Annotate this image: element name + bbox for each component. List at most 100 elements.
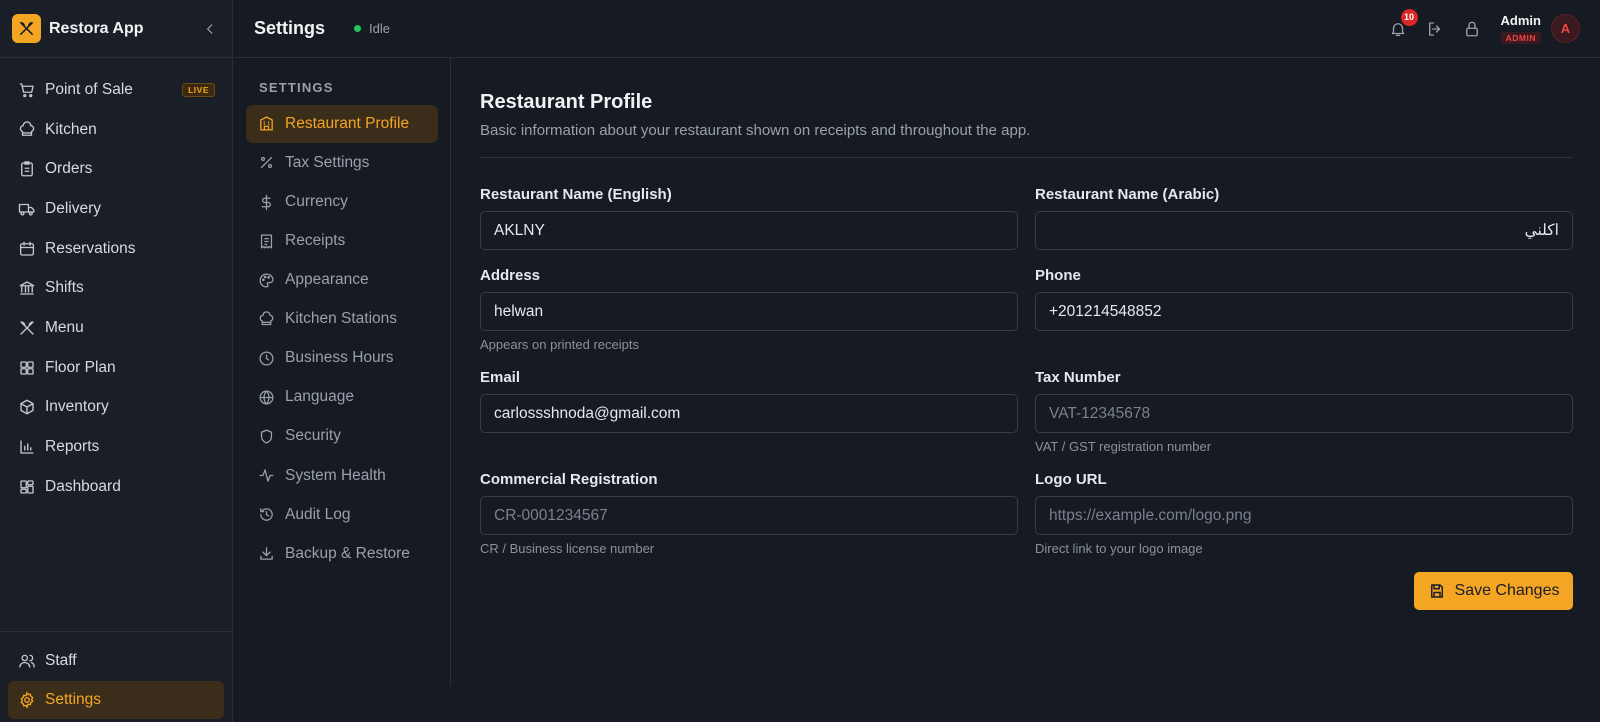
logo-url-input[interactable] <box>1035 496 1573 535</box>
settings-item-receipts[interactable]: Receipts <box>246 222 438 260</box>
calendar-icon <box>18 240 36 258</box>
settings-item-business-hours[interactable]: Business Hours <box>246 339 438 377</box>
field-label: Logo URL <box>1035 471 1107 488</box>
activity-icon <box>258 467 275 484</box>
field-phone: Phone <box>1035 267 1573 369</box>
settings-item-system-health[interactable]: System Health <box>246 457 438 495</box>
restaurant-name-ar-input[interactable] <box>1035 211 1573 250</box>
nav-item-floor-plan[interactable]: Floor Plan <box>8 348 224 388</box>
settings-item-label: Tax Settings <box>285 153 370 171</box>
nav-label: Floor Plan <box>45 358 116 376</box>
history-icon <box>258 506 275 523</box>
building-icon <box>258 115 275 132</box>
nav-item-menu[interactable]: Menu <box>8 308 224 348</box>
field-label: Email <box>480 369 521 386</box>
save-icon <box>1428 582 1446 600</box>
log-out-icon <box>1426 20 1444 38</box>
notifications-button[interactable]: 10 <box>1387 8 1418 40</box>
top-actions: 10 Admin ADMIN A <box>1372 8 1580 44</box>
collapse-sidebar-button[interactable] <box>200 19 220 39</box>
palette-icon <box>258 272 275 289</box>
user-info[interactable]: Admin ADMIN <box>1501 13 1541 44</box>
field-commercial-registration: Commercial Registration CR / Business li… <box>480 471 1018 573</box>
avatar[interactable]: A <box>1551 14 1580 43</box>
nav-item-staff[interactable]: Staff <box>8 642 224 680</box>
settings-item-audit-log[interactable]: Audit Log <box>246 496 438 534</box>
bank-icon <box>18 279 36 297</box>
nav-item-shifts[interactable]: Shifts <box>8 268 224 308</box>
settings-item-tax[interactable]: Tax Settings <box>246 144 438 182</box>
settings-item-security[interactable]: Security <box>246 418 438 456</box>
nav-item-delivery[interactable]: Delivery <box>8 189 224 229</box>
nav-item-reports[interactable]: Reports <box>8 427 224 467</box>
settings-item-label: Backup & Restore <box>285 544 410 562</box>
field-tax-number: Tax Number VAT / GST registration number <box>1035 369 1573 471</box>
field-label: Commercial Registration <box>480 471 658 488</box>
nav-item-dashboard[interactable]: Dashboard <box>8 467 224 507</box>
nav-label: Kitchen <box>45 120 97 138</box>
restaurant-name-en-input[interactable] <box>480 211 1018 250</box>
settings-item-label: Audit Log <box>285 505 351 523</box>
address-input[interactable] <box>480 292 1018 331</box>
nav-item-orders[interactable]: Orders <box>8 149 224 189</box>
settings-item-label: Appearance <box>285 271 369 289</box>
commercial-registration-input[interactable] <box>480 496 1018 535</box>
nav-label: Settings <box>45 691 102 708</box>
field-hint: Appears on printed receipts <box>480 337 639 352</box>
nav-item-settings[interactable]: Settings <box>8 681 224 719</box>
nav-item-inventory[interactable]: Inventory <box>8 388 224 428</box>
clipboard-icon <box>18 160 36 178</box>
settings-item-appearance[interactable]: Appearance <box>246 261 438 299</box>
status-dot-icon <box>354 25 362 32</box>
settings-nav-list: Restaurant Profile Tax Settings Currency… <box>234 105 450 573</box>
live-badge: LIVE <box>182 83 215 97</box>
settings-item-currency[interactable]: Currency <box>246 183 438 221</box>
connection-status: Idle <box>354 21 390 36</box>
settings-item-label: Currency <box>285 193 348 210</box>
nav-item-reservations[interactable]: Reservations <box>8 229 224 269</box>
dollar-icon <box>258 194 275 211</box>
logout-button[interactable] <box>1424 18 1446 40</box>
settings-item-kitchen-stations[interactable]: Kitchen Stations <box>246 300 438 338</box>
settings-item-label: Language <box>285 388 354 406</box>
utensils-logo-icon <box>12 14 41 43</box>
settings-item-label: Security <box>285 427 341 445</box>
main-nav: Point of Sale LIVE Kitchen Orders Delive… <box>0 58 232 507</box>
email-input[interactable] <box>480 394 1018 433</box>
nav-label: Staff <box>45 652 77 669</box>
gear-icon <box>18 691 36 709</box>
lock-icon <box>1463 20 1481 38</box>
phone-input[interactable] <box>1035 292 1573 331</box>
nav-label: Delivery <box>45 199 101 217</box>
settings-nav-header: SETTINGS <box>259 80 334 95</box>
app-name: Restora App <box>49 19 144 37</box>
user-name: Admin <box>1500 13 1541 28</box>
settings-item-label: Receipts <box>285 232 346 250</box>
lock-screen-button[interactable] <box>1461 18 1483 40</box>
nav-label: Orders <box>45 160 93 178</box>
settings-item-language[interactable]: Language <box>246 379 438 417</box>
download-icon <box>258 545 275 562</box>
field-hint: VAT / GST registration number <box>1035 439 1212 454</box>
cart-icon <box>18 81 36 99</box>
save-changes-button[interactable]: Save Changes <box>1414 572 1573 610</box>
save-label: Save Changes <box>1454 582 1560 599</box>
chef-hat-icon <box>258 310 275 328</box>
settings-item-backup-restore[interactable]: Backup & Restore <box>246 535 438 573</box>
settings-item-restaurant-profile[interactable]: Restaurant Profile <box>246 105 438 143</box>
nav-label: Dashboard <box>45 477 121 495</box>
layout-icon <box>18 478 36 496</box>
tax-number-input[interactable] <box>1035 394 1573 433</box>
settings-item-label: Kitchen Stations <box>285 310 398 328</box>
brand: Restora App <box>0 0 232 58</box>
shield-icon <box>258 428 275 445</box>
main-sidebar: Restora App Point of Sale LIVE Kitchen O… <box>0 0 233 722</box>
sidebar-bottom: Staff Settings <box>0 631 232 720</box>
nav-item-point-of-sale[interactable]: Point of Sale LIVE <box>8 70 224 110</box>
profile-form: Restaurant Name (English) Restaurant Nam… <box>480 186 1573 573</box>
restaurant-profile-panel: Restaurant Profile Basic information abo… <box>480 58 1573 610</box>
divider <box>480 157 1573 158</box>
page-title: Settings <box>254 18 326 38</box>
field-label: Restaurant Name (Arabic) <box>1035 186 1220 203</box>
nav-item-kitchen[interactable]: Kitchen <box>8 110 224 150</box>
